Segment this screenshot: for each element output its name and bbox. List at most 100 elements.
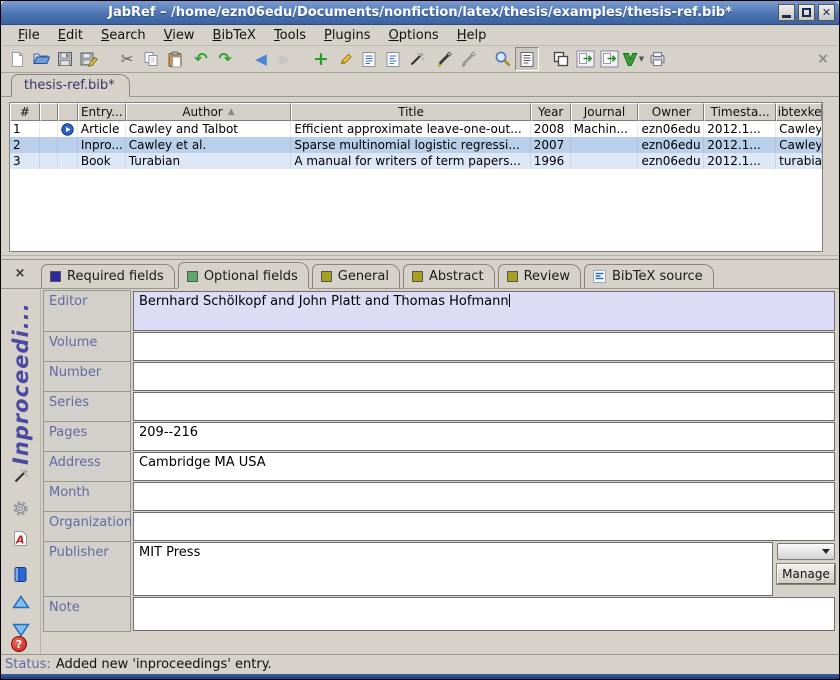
column-header-title[interactable]: Title (291, 103, 530, 121)
mark-entries-button[interactable] (433, 47, 457, 71)
help-icon[interactable]: ? (11, 636, 27, 652)
table-body: 1ArticleCawley and TalbotEfficient appro… (10, 121, 822, 169)
column-header-journal[interactable]: Journal (571, 103, 639, 121)
field-input-number[interactable] (133, 362, 835, 391)
search-button[interactable] (491, 47, 515, 71)
field-input-series[interactable] (133, 392, 835, 421)
column-header-entry[interactable]: Entry... (78, 103, 126, 121)
column-header-#[interactable]: # (10, 103, 40, 121)
forward-button[interactable]: ▶ (273, 47, 297, 71)
column-header-year[interactable]: Year (531, 103, 571, 121)
field-row-month: Month (43, 481, 835, 512)
push-to-vim-button[interactable]: ▼ (621, 47, 645, 71)
new-entry-button[interactable]: + (309, 47, 333, 71)
minimize-button[interactable] (778, 4, 795, 21)
table-cell: 2012.1... (704, 137, 776, 153)
table-cell: 2 (10, 137, 40, 153)
maximize-button[interactable] (798, 4, 815, 21)
cut-button[interactable]: ✂ (115, 47, 139, 71)
field-input-volume[interactable] (133, 332, 835, 361)
database-tab[interactable]: thesis-ref.bib* (11, 74, 130, 97)
unmark-entries-button[interactable] (457, 47, 481, 71)
edit-entry-button[interactable] (333, 47, 357, 71)
publisher-dropdown[interactable] (777, 543, 835, 560)
field-row-organization: Organization (43, 511, 835, 542)
column-header-timesta[interactable]: Timesta... (704, 103, 776, 121)
table-cell: A manual for writers of term papers... (291, 153, 530, 169)
menu-view[interactable]: View (155, 26, 204, 45)
toggle-preview-button[interactable] (515, 47, 539, 71)
tab-review[interactable]: Review (498, 264, 581, 288)
table-cell: 3 (10, 153, 40, 169)
menu-options[interactable]: Options (380, 26, 448, 45)
field-input-publisher[interactable]: MIT Press (133, 542, 773, 596)
table-row[interactable]: 1ArticleCawley and TalbotEfficient appro… (10, 121, 822, 137)
optional-fields-form: EditorBernhard Schölkopf and John Platt … (41, 289, 839, 654)
pdf-button[interactable]: A (10, 527, 32, 549)
redo-button[interactable]: ↷ (213, 47, 237, 71)
table-row[interactable]: 3BookTurabianA manual for writers of ter… (10, 153, 822, 169)
field-input-editor[interactable]: Bernhard Schölkopf and John Platt and Th… (133, 291, 835, 331)
edit-strings-button[interactable] (357, 47, 381, 71)
table-cell (58, 137, 78, 153)
edit-entry-icon (337, 51, 353, 67)
table-cell: ezn06edu (638, 137, 704, 153)
prev-entry-button[interactable] (10, 591, 32, 613)
save-database-button[interactable] (53, 47, 77, 71)
column-header-blank[interactable] (40, 103, 58, 121)
field-input-month[interactable] (133, 482, 835, 511)
entry-editor-close-button[interactable]: × (11, 266, 29, 284)
undo-button[interactable]: ↶ (189, 47, 213, 71)
field-input-address[interactable]: Cambridge MA USA (133, 452, 835, 481)
new-from-plain-text-button[interactable] (549, 47, 573, 71)
tab-bibtex-source[interactable]: BibTeX source (584, 264, 714, 288)
tab-general[interactable]: General (312, 264, 400, 288)
entry-editor: × Required fieldsOptional fieldsGeneral A… (1, 259, 839, 654)
menu-plugins[interactable]: Plugins (315, 26, 380, 45)
paste-button[interactable] (163, 47, 187, 71)
tab-optional-fields[interactable]: Optional fields (178, 262, 309, 288)
close-button[interactable]: ✕ (818, 4, 835, 21)
write-xmp-button[interactable] (10, 563, 32, 585)
field-input-pages[interactable]: 209--216 (133, 422, 835, 451)
column-header-bibtexkey[interactable]: Bibtexkey (776, 103, 822, 121)
table-cell: Turabian (126, 153, 292, 169)
cleanup-button[interactable] (405, 47, 429, 71)
field-row-note: Note (43, 596, 835, 632)
tab-abstract[interactable]: Abstract (403, 264, 495, 288)
tab-required-fields[interactable]: Required fields (41, 264, 175, 288)
field-input-note[interactable] (133, 597, 835, 631)
generate-key-button[interactable] (10, 465, 32, 487)
save-as-button[interactable] (77, 47, 101, 71)
menu-tools[interactable]: Tools (265, 26, 315, 45)
open-database-button[interactable] (29, 47, 53, 71)
title-bar[interactable]: JabRef – /home/ezn06edu/Documents/nonfic… (1, 1, 839, 25)
copy-button[interactable] (139, 47, 163, 71)
menu-edit[interactable]: Edit (49, 26, 92, 45)
menu-bibtex[interactable]: BibTeX (204, 26, 265, 45)
edit-strings-icon (361, 51, 378, 68)
field-input-organization[interactable] (133, 512, 835, 541)
toolbar-group (433, 47, 481, 71)
push-to-application2-button[interactable] (597, 47, 621, 71)
tab-label: Abstract (429, 269, 484, 284)
column-header-author[interactable]: Author▲ (126, 103, 292, 121)
toolbar-group: ▼ (549, 47, 669, 71)
toolbar-close-icon[interactable]: × (815, 51, 831, 67)
edit-preamble-button[interactable] (381, 47, 405, 71)
menu-file[interactable]: File (9, 26, 49, 45)
column-header-owner[interactable]: Owner (638, 103, 704, 121)
table-row-selected[interactable]: 2Inpro...Cawley et al.Sparse multinomial… (10, 137, 822, 153)
field-label-volume: Volume (43, 331, 131, 362)
table-cell (58, 153, 78, 169)
autoset-gear-button[interactable] (10, 497, 32, 519)
back-button[interactable]: ◀ (249, 47, 273, 71)
new-database-button[interactable] (5, 47, 29, 71)
table-header-row: # Entry...Author▲TitleYearJournalOwnerTim… (10, 103, 822, 121)
manage-button[interactable]: Manage (777, 564, 835, 584)
push-to-application-button[interactable] (573, 47, 597, 71)
open-file-button[interactable] (645, 47, 669, 71)
menu-help[interactable]: Help (448, 26, 496, 45)
menu-search[interactable]: Search (92, 26, 155, 45)
column-header-blank[interactable] (58, 103, 78, 121)
